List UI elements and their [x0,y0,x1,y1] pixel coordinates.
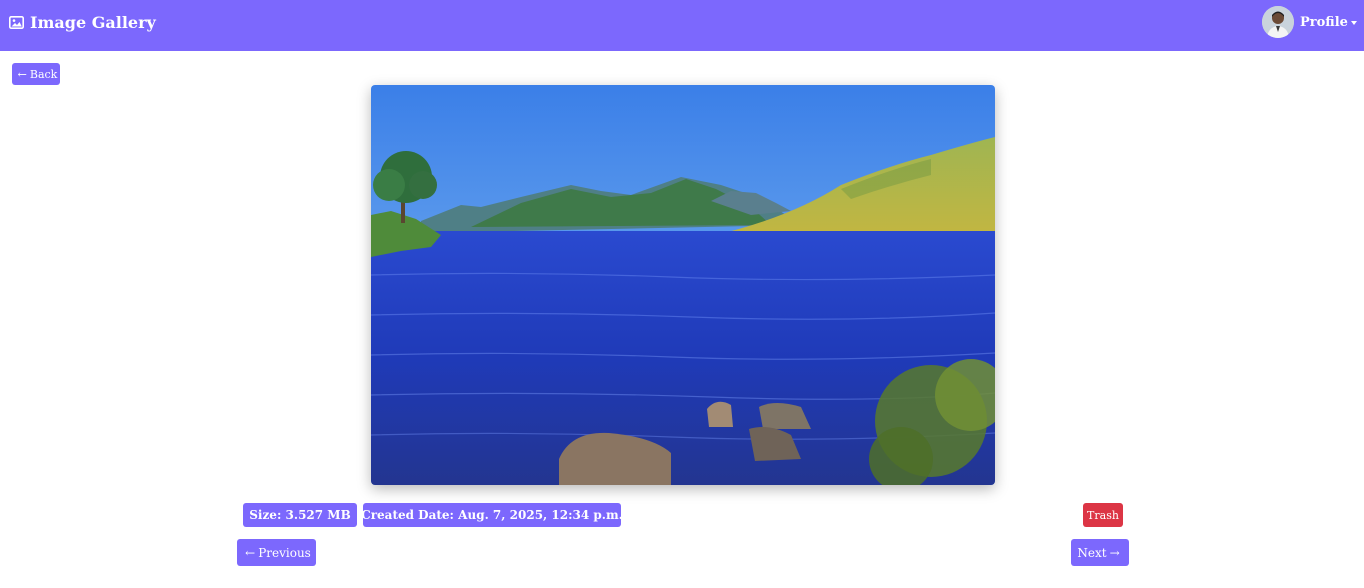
trash-button[interactable]: Trash [1083,503,1123,527]
arrow-left-icon: ← [245,545,256,560]
next-button[interactable]: Next → [1071,539,1129,566]
profile-dropdown[interactable]: Profile [1262,6,1357,38]
file-size-badge: Size: 3.527 MB [243,503,357,527]
brand-link[interactable]: Image Gallery [9,13,156,32]
next-button-label: Next [1077,545,1107,560]
profile-label: Profile [1300,14,1348,30]
created-date-badge: Created Date: Aug. 7, 2025, 12:34 p.m. [361,503,623,527]
navbar: Image Gallery Profile [0,0,1364,51]
gallery-image [371,85,995,485]
caret-down-icon [1350,21,1357,25]
previous-button[interactable]: ← Previous [237,539,316,566]
previous-button-label: Previous [258,545,311,560]
brand-title: Image Gallery [30,13,156,32]
avatar[interactable] [1262,6,1294,38]
arrow-left-icon: ← [17,67,27,81]
arrow-right-icon: → [1109,545,1120,560]
back-button-label: Back [29,67,58,81]
image-icon [9,16,24,29]
back-button[interactable]: ← Back [12,63,60,85]
